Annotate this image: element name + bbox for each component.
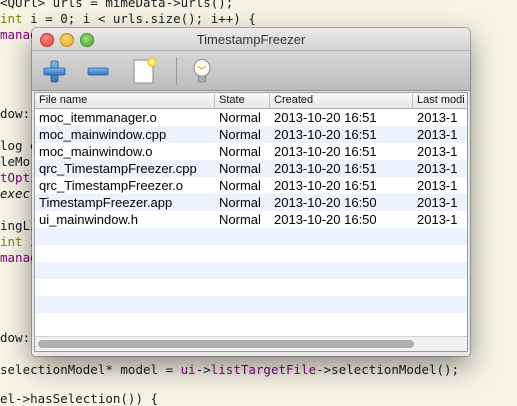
cell-created: 2013-10-20 16:50 [274, 195, 377, 210]
cell-file-name: moc_itemmanager.o [39, 110, 157, 125]
minus-icon [87, 67, 109, 76]
code-line: dow: [0, 106, 31, 121]
code-line: int i = 0; i < urls.size(); i++) { [0, 11, 256, 26]
cell-state: Normal [219, 178, 261, 193]
toolbar-separator [176, 57, 177, 85]
code-text: ->selectionModel(); [316, 362, 460, 377]
cell-last-modified: 2013-1 [417, 195, 458, 210]
plus-icon [43, 60, 66, 83]
column-header-state[interactable]: State [215, 94, 270, 108]
code-text: -> [195, 362, 211, 377]
cell-state: Normal [219, 144, 261, 159]
scrollbar-thumb[interactable] [38, 340, 414, 348]
cell-file-name: qrc_TimestampFreezer.cpp [39, 161, 197, 176]
code-line: el->hasSelection()) { [0, 391, 159, 406]
table-row[interactable]: qrc_TimestampFreezer.o Normal 2013-10-20 1… [35, 177, 467, 194]
cell-created: 2013-10-20 16:51 [274, 127, 377, 142]
cell-file-name: moc_mainwindow.cpp [39, 127, 167, 142]
column-header-file-name[interactable]: File name [35, 94, 215, 108]
cell-file-name: qrc_TimestampFreezer.o [39, 178, 184, 193]
empty-row [35, 313, 467, 330]
code-line: selectionModel* model = ui->listTargetFi… [0, 362, 459, 377]
cell-last-modified: 2013-1 [417, 127, 458, 142]
cell-state: Normal [219, 127, 261, 142]
new-document-icon [133, 57, 157, 84]
table-row[interactable]: TimestampFreezer.app Normal 2013-10-20 16:… [35, 194, 467, 211]
add-file-button[interactable] [40, 57, 68, 85]
cell-file-name: ui_mainwindow.h [39, 212, 139, 227]
empty-row [35, 245, 467, 262]
cell-created: 2013-10-20 16:51 [274, 110, 377, 125]
title-bar[interactable]: TimestampFreezer [32, 28, 470, 51]
column-header-created[interactable]: Created [270, 94, 413, 108]
cell-created: 2013-10-20 16:51 [274, 161, 377, 176]
table-row[interactable]: moc_mainwindow.o Normal 2013-10-20 16:51 20… [35, 143, 467, 160]
app-window: TimestampFreezer File name State Created… [32, 28, 470, 356]
cell-created: 2013-10-20 16:51 [274, 178, 377, 193]
new-document-button[interactable] [130, 57, 158, 85]
code-line: dow: [0, 330, 31, 345]
cell-state: Normal [219, 195, 261, 210]
cell-last-modified: 2013-1 [417, 178, 458, 193]
cell-last-modified: 2013-1 [417, 161, 458, 176]
remove-file-button[interactable] [84, 57, 112, 85]
code-keyword: int [0, 234, 23, 249]
table-header: File name State Created Last modi [35, 93, 467, 109]
cell-state: Normal [219, 161, 261, 176]
tip-button[interactable] [188, 57, 216, 85]
table-row[interactable]: ui_mainwindow.h Normal 2013-10-20 16:50 201… [35, 211, 467, 228]
code-line: <QUrl> urls = mimeData->urls(); [0, 0, 234, 10]
code-ident: listTargetFile [210, 362, 317, 377]
cell-last-modified: 2013-1 [417, 110, 458, 125]
table-row[interactable]: moc_itemmanager.o Normal 2013-10-20 16:51 2… [35, 109, 467, 126]
code-keyword: int [0, 11, 23, 26]
column-header-last-modified[interactable]: Last modi [413, 94, 467, 108]
cell-last-modified: 2013-1 [417, 212, 458, 227]
cell-created: 2013-10-20 16:50 [274, 212, 377, 227]
cell-state: Normal [219, 110, 261, 125]
cell-last-modified: 2013-1 [417, 144, 458, 159]
table-row[interactable]: qrc_TimestampFreezer.cpp Normal 2013-10-20… [35, 160, 467, 177]
code-ident: ui [180, 362, 196, 377]
window-title: TimestampFreezer [196, 32, 306, 47]
horizontal-scrollbar[interactable] [35, 336, 467, 351]
cell-created: 2013-10-20 16:51 [274, 144, 377, 159]
empty-row [35, 279, 467, 296]
code-line: leMo [0, 154, 31, 169]
empty-row [35, 262, 467, 279]
cell-file-name: moc_mainwindow.o [39, 144, 153, 159]
code-text: i = 0; i < urls.size(); i++) { [22, 11, 256, 26]
empty-row [35, 296, 467, 313]
lightbulb-icon [193, 59, 211, 83]
code-text: selectionModel* model = [0, 362, 181, 377]
table-row[interactable]: moc_mainwindow.cpp Normal 2013-10-20 16:51… [35, 126, 467, 143]
toolbar [32, 51, 470, 91]
cell-file-name: TimestampFreezer.app [39, 195, 173, 210]
empty-row [35, 228, 467, 245]
cell-state: Normal [219, 212, 261, 227]
file-table[interactable]: File name State Created Last modi moc_it… [34, 92, 468, 352]
